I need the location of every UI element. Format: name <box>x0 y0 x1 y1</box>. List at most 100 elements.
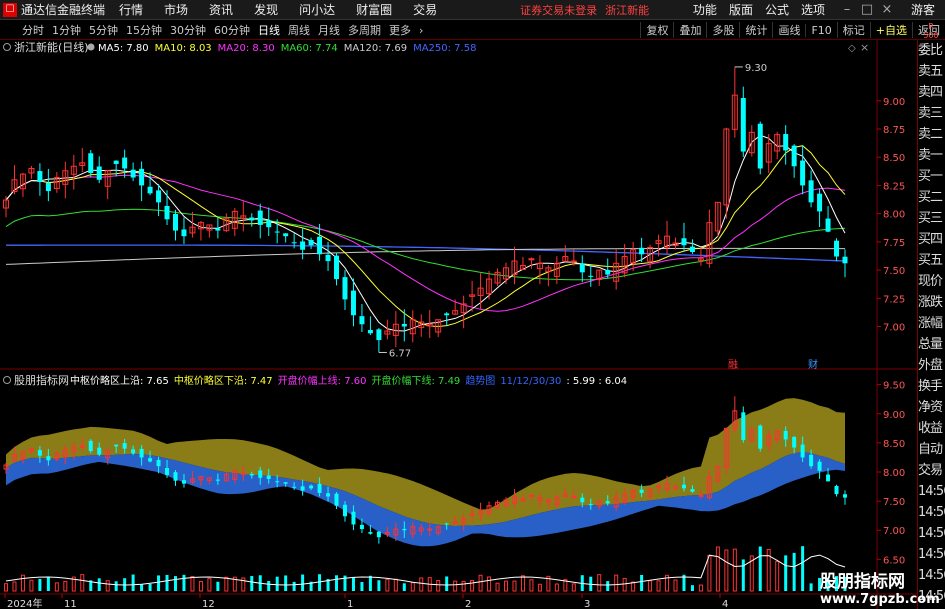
candle-body <box>114 444 119 447</box>
maximize-icon[interactable]: □ <box>857 2 877 17</box>
toolbar-overlay[interactable]: 叠加 <box>673 22 706 38</box>
toolbar-draw-line[interactable]: 画线 <box>772 22 805 38</box>
candle-body <box>283 233 289 237</box>
volume-bar <box>275 576 279 591</box>
quote-label[interactable]: 自动 <box>918 439 945 460</box>
quote-label[interactable]: 交易 <box>918 460 945 481</box>
volume-bar <box>335 575 339 591</box>
volume-bar <box>241 577 246 592</box>
volume-bar <box>182 574 186 591</box>
candle-body <box>165 468 170 475</box>
sub-legend-label: 趋势图 <box>465 374 495 387</box>
candle-body <box>283 482 288 484</box>
toolbar-multi-stock[interactable]: 多股 <box>706 22 739 38</box>
tab-1min[interactable]: 1分钟 <box>48 22 85 38</box>
toolbar-statistics[interactable]: 统计 <box>739 22 772 38</box>
menu-item[interactable]: 行情 <box>119 1 143 18</box>
toolbar-add-watchlist[interactable]: +自选 <box>869 22 912 38</box>
menu-item[interactable]: 交易 <box>413 1 437 18</box>
volume-bar <box>614 574 619 592</box>
candle-body <box>783 430 788 440</box>
quote-label: 买一 <box>918 169 943 184</box>
candle-body <box>173 472 178 481</box>
candle-body <box>326 493 331 497</box>
tab-5min[interactable]: 5分钟 <box>85 22 122 38</box>
menu-item-right[interactable]: 版面 <box>729 1 753 18</box>
menu-item[interactable]: 问小达 <box>299 1 335 18</box>
volume-bar <box>715 546 720 592</box>
candle-body <box>834 485 839 495</box>
more-arrow-icon[interactable]: › <box>415 24 427 37</box>
volume-bar <box>537 583 542 592</box>
tick-time: 14:56 <box>918 505 945 520</box>
candle-body <box>130 169 136 178</box>
candle-body <box>122 443 127 449</box>
x-tick-label: 2 <box>465 599 471 609</box>
volume-bar <box>318 574 322 591</box>
candle-body <box>681 484 686 489</box>
candle-body <box>275 481 280 483</box>
tab-15min[interactable]: 15分钟 <box>122 22 166 38</box>
sub-legend-label: 中枢价略区下沿: 7.47 <box>174 374 273 387</box>
close-icon[interactable]: × <box>877 2 897 17</box>
volume-bar <box>198 580 203 592</box>
candle-body <box>689 246 695 253</box>
volume-bar <box>656 580 661 592</box>
close-panel-icon: × <box>860 41 869 54</box>
candle-body <box>351 511 356 525</box>
volume-bar <box>301 574 305 591</box>
volume-bar <box>377 580 381 591</box>
toolbar-mark[interactable]: 标记 <box>836 22 870 38</box>
quote-label: 买二 <box>918 190 943 205</box>
tab-intraday[interactable]: 分时 <box>0 22 48 38</box>
candle-body <box>401 323 407 327</box>
menu-item[interactable]: 财富圈 <box>356 1 392 18</box>
tab-multi-period[interactable]: 多周期 <box>344 22 385 38</box>
volume-bar <box>207 578 212 592</box>
candle-body <box>37 450 42 456</box>
y-tick-label: 7.50 <box>883 497 905 508</box>
watermark-line2: www.7gpzb.com <box>820 592 940 607</box>
candle-body <box>834 240 840 257</box>
volume-bar <box>80 574 85 592</box>
menu-item[interactable]: 市场 <box>164 1 188 18</box>
trading-login-alert[interactable]: 证券交易未登录 <box>520 2 597 18</box>
tab-60min[interactable]: 60分钟 <box>210 22 254 38</box>
candle-body <box>528 494 534 497</box>
tab-30min[interactable]: 30分钟 <box>166 22 210 38</box>
candle-body <box>300 241 306 250</box>
toolbar-restore-rights[interactable]: 复权 <box>640 22 673 38</box>
candle-body <box>88 153 94 174</box>
candle-body <box>147 186 153 194</box>
stock-name-label: 浙江新能 <box>605 3 650 17</box>
x-tick-label: 2024年 <box>7 597 42 609</box>
kline-chart-area[interactable]: 9.00 8.75 8.50 8.25 8.00 7.75 7.50 7.25 7.00 9.50… <box>0 40 917 609</box>
volume-bar <box>190 575 195 592</box>
volume-bar <box>648 580 653 592</box>
volume-bars <box>4 546 847 592</box>
candle-body <box>817 193 823 212</box>
menu-item[interactable]: 发现 <box>254 1 278 18</box>
y-tick-label: 7.50 <box>883 266 905 277</box>
tab-more[interactable]: 更多 <box>385 22 415 38</box>
toolbar-f10[interactable]: F10 <box>805 23 836 37</box>
volume-bar <box>157 575 161 591</box>
menu-item-right[interactable]: 公式 <box>765 1 789 18</box>
minimize-icon[interactable]: – <box>837 2 857 17</box>
candle-body <box>791 145 797 167</box>
candle-body <box>148 458 153 462</box>
menu-item[interactable]: 资讯 <box>209 1 233 18</box>
candle-body <box>258 470 263 478</box>
volume-bar <box>4 583 8 592</box>
tab-monthly[interactable]: 月线 <box>314 22 344 38</box>
volume-bar <box>360 582 364 591</box>
volume-bar <box>758 546 762 591</box>
tab-daily[interactable]: 日线 <box>254 22 284 38</box>
guest-label[interactable]: 游客 <box>911 1 935 18</box>
menu-item-right[interactable]: 功能 <box>693 1 717 18</box>
volume-bar <box>732 548 737 592</box>
candle-body <box>139 168 145 186</box>
menu-item-right[interactable]: 选项 <box>801 1 825 18</box>
tab-weekly[interactable]: 周线 <box>284 22 314 38</box>
volume-bar <box>97 578 101 591</box>
